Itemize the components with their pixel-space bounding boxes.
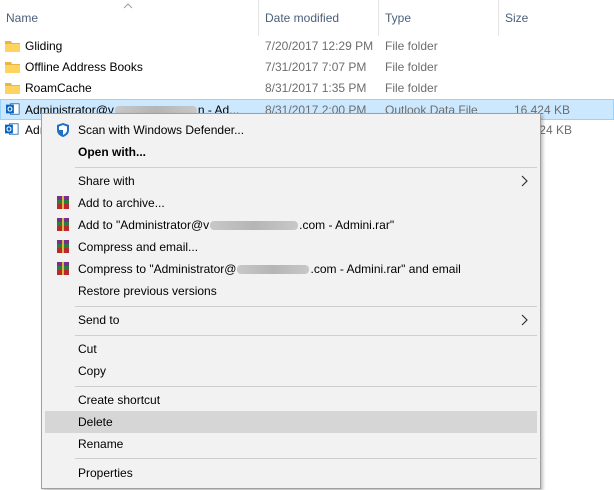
menu-item-label: Compress and email... — [78, 240, 199, 254]
folder-icon — [5, 83, 20, 94]
menu-item-share-with[interactable]: Share with — [45, 170, 537, 192]
column-header-name[interactable]: Name — [0, 0, 258, 36]
menu-separator — [75, 458, 537, 459]
outlook-data-file-icon: O — [6, 103, 20, 115]
menu-item-scan-windows-defender[interactable]: Scan with Windows Defender... — [45, 119, 537, 141]
svg-text:O: O — [6, 127, 12, 134]
redacted-text — [210, 221, 299, 231]
column-header-date[interactable]: Date modified — [258, 0, 378, 36]
file-name: Offline Address Books — [25, 60, 143, 74]
winrar-icon — [57, 218, 69, 231]
menu-item-label: Open with... — [78, 145, 146, 159]
menu-item-label-prefix: Compress to "Administrator@ — [78, 262, 237, 276]
menu-item-send-to[interactable]: Send to — [45, 309, 537, 331]
winrar-icon — [57, 196, 69, 209]
file-name: Gliding — [25, 39, 63, 53]
winrar-icon — [57, 240, 69, 253]
menu-separator — [75, 306, 537, 307]
menu-item-label-suffix: .com - Admini.rar" — [299, 218, 395, 232]
file-type: File folder — [385, 39, 438, 53]
file-row-roamcache[interactable]: RoamCache 8/31/2017 1:35 PM File folder — [0, 78, 614, 99]
file-date: 8/31/2017 1:35 PM — [265, 81, 367, 95]
menu-item-restore-previous-versions[interactable]: Restore previous versions — [45, 280, 537, 302]
menu-item-properties[interactable]: Properties — [45, 462, 537, 484]
menu-item-label: Add to archive... — [78, 196, 165, 210]
folder-icon — [5, 62, 20, 73]
outlook-data-file-icon: O — [5, 123, 19, 135]
menu-item-label: Copy — [78, 364, 107, 378]
menu-item-compress-and-email[interactable]: Compress and email... — [45, 236, 537, 258]
file-date: 7/20/2017 12:29 PM — [265, 39, 374, 53]
menu-separator — [75, 167, 537, 168]
menu-separator — [75, 335, 537, 336]
menu-item-label: Share with — [78, 174, 135, 188]
column-header-type[interactable]: Type — [378, 0, 498, 36]
context-menu: Scan with Windows Defender... Open with.… — [41, 113, 541, 489]
menu-item-delete[interactable]: Delete — [45, 411, 537, 433]
menu-item-label-suffix: .com - Admini.rar" and email — [310, 262, 461, 276]
menu-item-open-with[interactable]: Open with... — [45, 141, 537, 163]
column-header: Name Date modified Type Size — [0, 0, 614, 36]
file-row-gliding[interactable]: Gliding 7/20/2017 12:29 PM File folder — [0, 36, 614, 57]
menu-item-label: Restore previous versions — [78, 284, 217, 298]
menu-item-label: Cut — [78, 342, 97, 356]
menu-item-label: Properties — [78, 466, 133, 480]
menu-item-cut[interactable]: Cut — [45, 338, 537, 360]
folder-icon — [5, 41, 20, 52]
redacted-text — [237, 265, 310, 275]
menu-separator — [75, 386, 537, 387]
winrar-icon — [57, 262, 69, 275]
menu-item-label: Rename — [78, 437, 124, 451]
windows-defender-icon — [57, 123, 69, 137]
menu-item-label: Delete — [78, 415, 113, 429]
file-row-offline-address-books[interactable]: Offline Address Books 7/31/2017 7:07 PM … — [0, 57, 614, 78]
chevron-right-icon — [521, 175, 528, 187]
chevron-right-icon — [521, 314, 528, 326]
file-type: File folder — [385, 60, 438, 74]
menu-item-add-to-archive[interactable]: Add to archive... — [45, 192, 537, 214]
menu-item-rename[interactable]: Rename — [45, 433, 537, 455]
menu-item-label: Send to — [78, 313, 120, 327]
menu-item-copy[interactable]: Copy — [45, 360, 537, 382]
menu-item-add-to-rar[interactable]: Add to "Administrator@v .com - Admini.rar… — [45, 214, 537, 236]
menu-item-create-shortcut[interactable]: Create shortcut — [45, 389, 537, 411]
menu-item-label-prefix: Add to "Administrator@v — [78, 218, 210, 232]
file-type: File folder — [385, 81, 438, 95]
menu-item-compress-to-rar-and-email[interactable]: Compress to "Administrator@ .com - Admini… — [45, 258, 537, 280]
column-header-size[interactable]: Size — [498, 0, 614, 36]
file-date: 7/31/2017 7:07 PM — [265, 60, 367, 74]
menu-item-label: Scan with Windows Defender... — [78, 123, 245, 137]
svg-text:O: O — [7, 107, 13, 114]
menu-item-label: Create shortcut — [78, 393, 161, 407]
file-name: RoamCache — [25, 81, 92, 95]
